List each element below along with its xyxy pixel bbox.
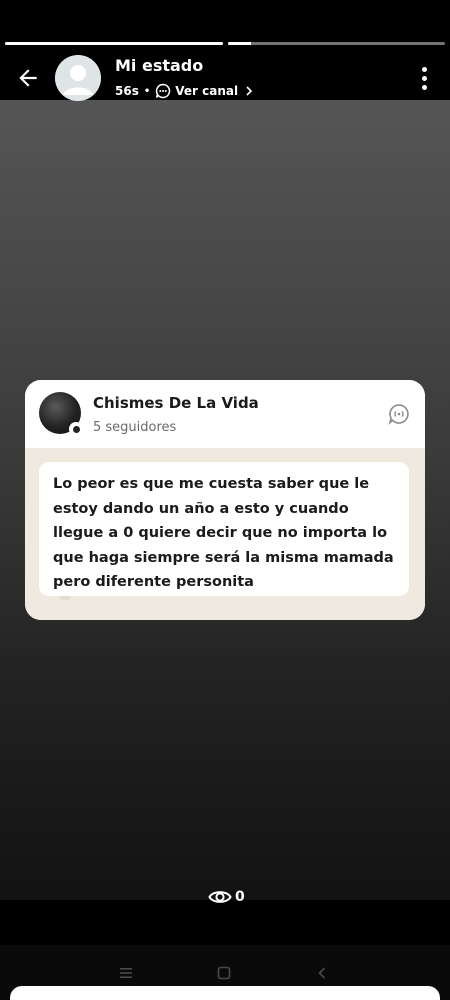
message-bubble: Lo peor es que me cuesta saber que le es… <box>39 462 409 596</box>
menu-lines-icon <box>120 968 132 978</box>
avatar[interactable] <box>55 55 101 101</box>
shared-channel-card[interactable]: Chismes De La Vida 5 seguidores Lo peor … <box>25 380 425 620</box>
channel-message-area: Lo peor es que me cuesta saber que le es… <box>25 448 425 620</box>
back-button[interactable] <box>12 62 44 94</box>
view-channel-label: Ver canal <box>175 84 239 98</box>
status-meta: 56s • Ver canal <box>115 83 254 99</box>
more-vertical-icon <box>421 66 427 72</box>
channel-card-header: Chismes De La Vida 5 seguidores <box>25 380 425 448</box>
square-icon <box>217 966 231 980</box>
default-avatar-icon <box>55 55 101 101</box>
more-options-button[interactable] <box>412 64 436 92</box>
status-viewer-screen: Mi estado 56s • Ver canal Chismes De La … <box>0 0 450 1000</box>
channel-followers: 5 seguidores <box>93 420 177 435</box>
status-time: 56s <box>115 84 139 98</box>
views-count: 0 <box>235 889 245 905</box>
channel-icon <box>155 83 171 99</box>
recents-button[interactable] <box>118 965 134 981</box>
message-text: Lo peor es que me cuesta saber que le es… <box>53 476 394 590</box>
progress-segment <box>227 42 445 45</box>
system-back-button[interactable] <box>314 965 330 981</box>
progress-segment-fill <box>5 42 223 45</box>
chevron-left-icon <box>318 967 326 979</box>
separator: • <box>143 85 151 97</box>
status-header: Mi estado 56s • Ver canal <box>0 50 450 105</box>
chevron-right-icon <box>244 85 254 97</box>
progress-bar <box>5 42 445 45</box>
channel-name: Chismes De La Vida <box>93 394 259 412</box>
more-vertical-icon-dot <box>421 84 427 90</box>
channel-icon <box>388 404 409 426</box>
arrow-left-icon <box>19 69 37 87</box>
bottom-sheet-edge[interactable] <box>10 986 440 1000</box>
progress-segment <box>5 42 223 45</box>
eye-icon <box>208 891 232 903</box>
views-counter[interactable]: 0 <box>208 888 245 906</box>
more-vertical-icon-dot <box>421 75 427 81</box>
home-button[interactable] <box>216 965 232 981</box>
view-channel-link[interactable]: Ver canal <box>155 83 254 99</box>
page-title: Mi estado <box>115 56 204 75</box>
progress-segment-fill <box>227 42 252 45</box>
channel-badge-icon <box>69 422 83 436</box>
